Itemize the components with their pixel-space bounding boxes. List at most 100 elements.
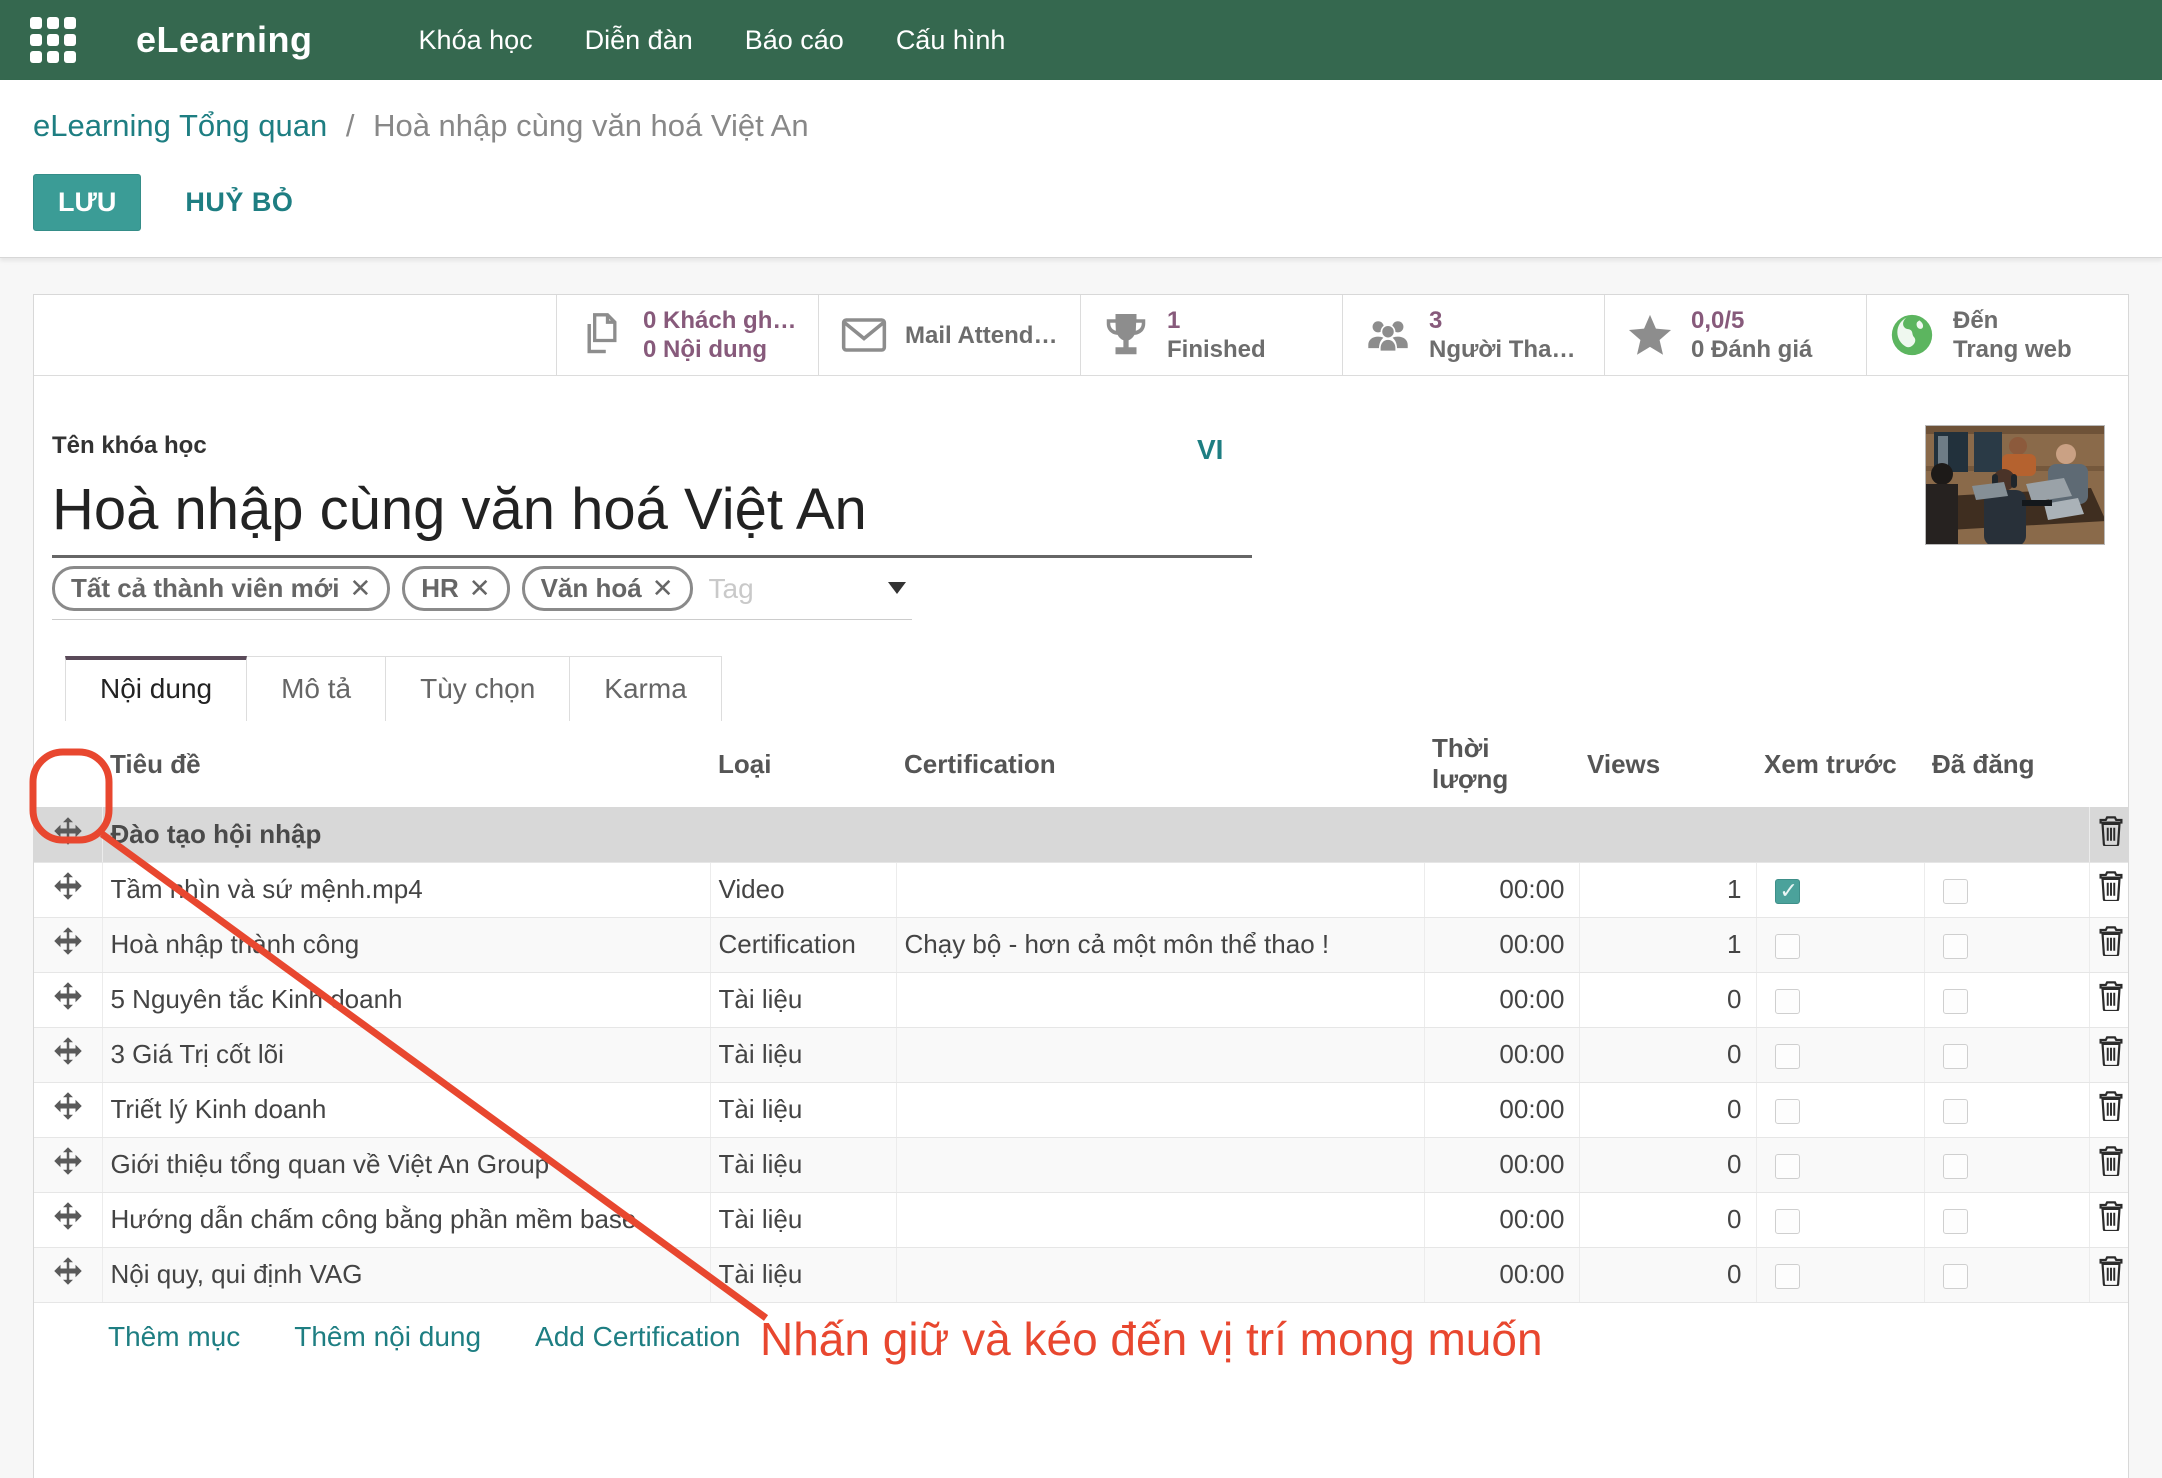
content-type: Tài liệu (710, 1082, 896, 1137)
tag-input-placeholder[interactable]: Tag (709, 573, 754, 605)
add-section-link[interactable]: Thêm mục (108, 1321, 240, 1353)
trash-icon[interactable] (2089, 1192, 2128, 1247)
add-content-link[interactable]: Thêm nội dung (294, 1321, 481, 1353)
content-certification (896, 1027, 1424, 1082)
col-type: Loại (710, 721, 896, 807)
drag-handle-icon[interactable] (34, 917, 102, 972)
nav-item-forum[interactable]: Diễn đàn (585, 25, 693, 56)
tag-remove-icon[interactable]: ✕ (652, 573, 674, 604)
content-row[interactable]: Giới thiệu tổng quan về Việt An Group Tà… (34, 1137, 2128, 1192)
content-duration[interactable]: 00:00 (1424, 917, 1579, 972)
stat-finished-button[interactable]: 1 Finished (1080, 295, 1342, 375)
content-certification (896, 1137, 1424, 1192)
content-views: 0 (1579, 1192, 1756, 1247)
trash-icon[interactable] (2089, 917, 2128, 972)
tag-remove-icon[interactable]: ✕ (469, 573, 491, 604)
content-duration[interactable]: 00:00 (1424, 1137, 1579, 1192)
content-duration[interactable]: 00:00 (1424, 972, 1579, 1027)
published-checkbox[interactable] (1943, 934, 1968, 959)
drag-handle-icon[interactable] (34, 1192, 102, 1247)
annotation-text: Nhấn giữ và kéo đến vị trí mong muốn (760, 1312, 1543, 1366)
published-checkbox[interactable] (1943, 1044, 1968, 1069)
tags-field[interactable]: Tất cả thành viên mới ✕ HR ✕ Văn hoá ✕ T… (52, 566, 912, 620)
tab-options[interactable]: Tùy chọn (386, 656, 570, 721)
published-checkbox[interactable] (1943, 1264, 1968, 1289)
content-title[interactable]: Triết lý Kinh doanh (102, 1082, 710, 1137)
published-checkbox[interactable] (1943, 1099, 1968, 1124)
drag-handle-icon[interactable] (34, 807, 102, 862)
nav-item-reports[interactable]: Báo cáo (745, 25, 844, 56)
preview-checkbox[interactable] (1775, 1099, 1800, 1124)
nav-item-courses[interactable]: Khóa học (419, 25, 533, 56)
apps-grid-icon[interactable] (30, 17, 76, 63)
preview-checkbox[interactable] (1775, 1264, 1800, 1289)
course-title-input[interactable]: Hoà nhập cùng văn hoá Việt An (52, 470, 1252, 558)
content-row[interactable]: Hướng dẫn chấm công bằng phần mềm base T… (34, 1192, 2128, 1247)
published-checkbox[interactable] (1943, 989, 1968, 1014)
content-title[interactable]: 3 Giá Trị cốt lõi (102, 1027, 710, 1082)
content-title[interactable]: Nội quy, qui định VAG (102, 1247, 710, 1302)
trash-icon[interactable] (2089, 972, 2128, 1027)
preview-checkbox[interactable] (1775, 989, 1800, 1014)
trash-icon[interactable] (2089, 1082, 2128, 1137)
drag-handle-icon[interactable] (34, 1137, 102, 1192)
trash-icon[interactable] (2089, 1027, 2128, 1082)
preview-checkbox[interactable] (1775, 1044, 1800, 1069)
content-type: Video (710, 862, 896, 917)
trash-icon[interactable] (2089, 1247, 2128, 1302)
content-row[interactable]: Nội quy, qui định VAG Tài liệu 00:00 0 (34, 1247, 2128, 1302)
content-title[interactable]: Hướng dẫn chấm công bằng phần mềm base (102, 1192, 710, 1247)
drag-handle-icon[interactable] (34, 1082, 102, 1137)
copy-icon (579, 311, 625, 359)
col-delete (2089, 721, 2128, 807)
content-duration[interactable]: 00:00 (1424, 862, 1579, 917)
save-button[interactable]: LƯU (33, 174, 141, 231)
preview-checkbox[interactable] (1775, 879, 1800, 904)
discard-button[interactable]: HUỶ BỎ (185, 187, 293, 218)
stat-rating-button[interactable]: 0,0/5 0 Đánh giá (1604, 295, 1866, 375)
content-title[interactable]: Hoà nhập thành công (102, 917, 710, 972)
drag-handle-icon[interactable] (34, 972, 102, 1027)
content-duration[interactable]: 00:00 (1424, 1082, 1579, 1137)
breadcrumb-parent-link[interactable]: eLearning Tổng quan (33, 108, 327, 143)
chevron-down-icon[interactable] (888, 582, 906, 594)
content-views: 0 (1579, 1027, 1756, 1082)
content-duration[interactable]: 00:00 (1424, 1027, 1579, 1082)
drag-handle-icon[interactable] (34, 1247, 102, 1302)
published-checkbox[interactable] (1943, 1209, 1968, 1234)
nav-item-settings[interactable]: Cấu hình (896, 25, 1006, 56)
content-row[interactable]: Hoà nhập thành công Certification Chạy b… (34, 917, 2128, 972)
preview-checkbox[interactable] (1775, 1209, 1800, 1234)
preview-checkbox[interactable] (1775, 1154, 1800, 1179)
drag-handle-icon[interactable] (34, 1027, 102, 1082)
drag-handle-icon[interactable] (34, 862, 102, 917)
content-row[interactable]: Tầm nhìn và sứ mệnh.mp4 Video 00:00 1 (34, 862, 2128, 917)
published-checkbox[interactable] (1943, 879, 1968, 904)
content-duration[interactable]: 00:00 (1424, 1247, 1579, 1302)
app-title: eLearning (136, 19, 313, 61)
stat-guests-content-button[interactable]: 0 Khách gh… 0 Nội dung (556, 295, 818, 375)
content-row[interactable]: 5 Nguyên tắc Kinh doanh Tài liệu 00:00 0 (34, 972, 2128, 1027)
tab-description[interactable]: Mô tả (247, 656, 386, 721)
content-certification (896, 1247, 1424, 1302)
tag-remove-icon[interactable]: ✕ (349, 573, 371, 604)
preview-checkbox[interactable] (1775, 934, 1800, 959)
trash-icon[interactable] (2089, 807, 2128, 862)
content-title[interactable]: 5 Nguyên tắc Kinh doanh (102, 972, 710, 1027)
published-checkbox[interactable] (1943, 1154, 1968, 1179)
tab-content[interactable]: Nội dung (65, 656, 247, 721)
content-duration[interactable]: 00:00 (1424, 1192, 1579, 1247)
content-row[interactable]: 3 Giá Trị cốt lõi Tài liệu 00:00 0 (34, 1027, 2128, 1082)
trash-icon[interactable] (2089, 1137, 2128, 1192)
add-certification-link[interactable]: Add Certification (535, 1321, 740, 1353)
stat-mail-attendees-button[interactable]: Mail Attend… (818, 295, 1080, 375)
content-row[interactable]: Triết lý Kinh doanh Tài liệu 00:00 0 (34, 1082, 2128, 1137)
section-row[interactable]: Đào tạo hội nhập (34, 807, 2128, 862)
trash-icon[interactable] (2089, 862, 2128, 917)
stat-attendees-button[interactable]: 3 Người Tha… (1342, 295, 1604, 375)
content-title[interactable]: Tầm nhìn và sứ mệnh.mp4 (102, 862, 710, 917)
go-to-website-button[interactable]: Đến Trang web (1866, 295, 2128, 375)
language-badge[interactable]: VI (1197, 434, 1223, 466)
content-title[interactable]: Giới thiệu tổng quan về Việt An Group (102, 1137, 710, 1192)
tab-karma[interactable]: Karma (570, 656, 721, 721)
